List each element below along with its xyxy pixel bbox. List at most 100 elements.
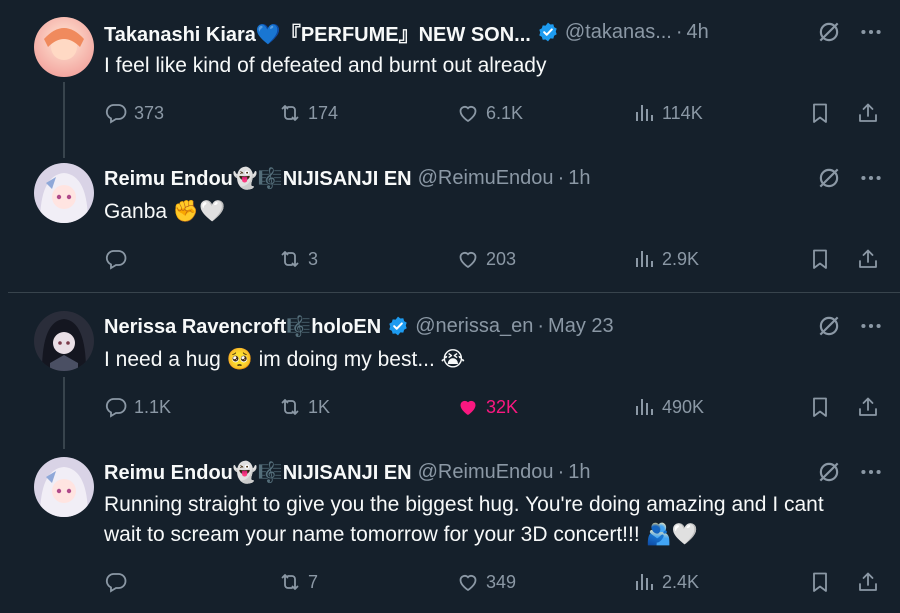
timestamp[interactable]: 1h [568,461,590,484]
like-button[interactable]: 32K [456,392,518,422]
like-button[interactable]: 349 [456,567,516,597]
tweet-text: I feel like kind of defeated and burnt o… [104,54,547,77]
more-icon[interactable] [858,313,884,339]
bookmark-button[interactable] [808,98,838,128]
views-button[interactable]: 2.9K [632,244,699,274]
retweet-count: 174 [308,102,339,123]
tweet-3[interactable]: Nerissa Ravencroft🎼holoEN @nerissa_en · … [0,293,900,449]
handle[interactable]: @ReimuEndou [418,461,554,484]
separator: · [557,460,565,483]
tweet-2[interactable]: Reimu Endou👻🎼NIJISANJI EN @ReimuEndou · … [0,150,900,290]
tweet-4[interactable]: Reimu Endou👻🎼NIJISANJI EN @ReimuEndou · … [0,443,900,613]
separator: · [675,20,683,43]
display-name[interactable]: Nerissa Ravencroft🎼holoEN [104,314,381,339]
action-bar: 1.1K 1K 32K 490K [104,392,880,422]
retweet-button[interactable]: 174 [278,98,338,128]
tweet-header: Reimu Endou👻🎼NIJISANJI EN @ReimuEndou · … [104,459,886,485]
views-count: 490K [662,396,705,417]
timestamp[interactable]: 1h [568,167,590,190]
retweet-icon [278,247,302,271]
timestamp[interactable]: May 23 [548,315,614,338]
heart-icon [456,570,480,594]
bookmark-icon [808,395,832,419]
views-icon [632,395,656,419]
grok-icon[interactable] [816,165,842,191]
bookmark-button[interactable] [808,567,838,597]
tweet-header: Takanashi Kiara💙『PERFUME』NEW SON... @tak… [104,18,886,47]
grok-icon[interactable] [816,19,842,45]
share-button[interactable] [856,392,886,422]
display-name[interactable]: Takanashi Kiara💙『PERFUME』NEW SON... [104,18,531,47]
share-icon [856,395,880,419]
like-button[interactable]: 203 [456,244,516,274]
retweet-count: 3 [308,248,319,269]
views-button[interactable]: 2.4K [632,567,699,597]
thread-connector [63,377,65,449]
tweet-text: Ganba ✊🤍 [104,200,226,223]
separator: · [537,314,545,337]
retweet-button[interactable]: 3 [278,244,318,274]
views-count: 2.4K [662,571,700,592]
share-button[interactable] [856,98,886,128]
views-icon [632,247,656,271]
views-button[interactable]: 490K [632,392,704,422]
like-count: 32K [486,396,519,417]
like-button[interactable]: 6.1K [456,98,523,128]
bookmark-icon [808,101,832,125]
heart-icon [456,101,480,125]
tweet-text: Running straight to give you the biggest… [104,493,824,546]
display-name[interactable]: Reimu Endou👻🎼NIJISANJI EN [104,460,412,485]
verified-badge-icon [387,315,409,337]
avatar[interactable] [34,17,94,77]
views-icon [632,101,656,125]
timestamp[interactable]: 4h [687,21,709,44]
grok-icon[interactable] [816,459,842,485]
action-bar: 373 174 6.1K 114K [104,98,880,128]
separator: · [557,166,565,189]
views-icon [632,570,656,594]
reply-button[interactable] [104,244,134,274]
verified-badge-icon [537,21,559,43]
share-button[interactable] [856,567,886,597]
handle[interactable]: @nerissa_en [415,315,533,338]
reply-button[interactable]: 1.1K [104,392,171,422]
bookmark-button[interactable] [808,244,838,274]
action-bar: 3 203 2.9K [104,244,880,274]
more-icon[interactable] [858,459,884,485]
handle[interactable]: @ReimuEndou [418,167,554,190]
reply-count: 373 [134,102,165,123]
retweet-button[interactable]: 1K [278,392,330,422]
reply-button[interactable] [104,567,134,597]
retweet-icon [278,570,302,594]
reply-button[interactable]: 373 [104,98,164,128]
tweet-header: Reimu Endou👻🎼NIJISANJI EN @ReimuEndou · … [104,165,886,191]
more-icon[interactable] [858,19,884,45]
handle[interactable]: @takanas... [565,21,672,44]
like-count: 349 [486,571,517,592]
like-count: 203 [486,248,517,269]
avatar[interactable] [34,457,94,517]
tweet-text: I need a hug 🥺 im doing my best... 😭 [104,348,466,371]
heart-filled-icon [456,395,480,419]
reply-count: 1.1K [134,396,172,417]
tweet-1[interactable]: Takanashi Kiara💙『PERFUME』NEW SON... @tak… [0,0,900,158]
views-count: 2.9K [662,248,700,269]
grok-icon[interactable] [816,313,842,339]
share-icon [856,247,880,271]
views-button[interactable]: 114K [632,98,703,128]
action-bar: 7 349 2.4K [104,567,880,597]
avatar[interactable] [34,163,94,223]
reply-icon [104,101,128,125]
share-icon [856,101,880,125]
retweet-button[interactable]: 7 [278,567,318,597]
more-icon[interactable] [858,165,884,191]
bookmark-button[interactable] [808,392,838,422]
thread-connector [63,82,65,158]
bookmark-icon [808,247,832,271]
reply-icon [104,247,128,271]
views-count: 114K [662,102,703,123]
display-name[interactable]: Reimu Endou👻🎼NIJISANJI EN [104,166,412,191]
share-button[interactable] [856,244,886,274]
share-icon [856,570,880,594]
avatar[interactable] [34,311,94,371]
